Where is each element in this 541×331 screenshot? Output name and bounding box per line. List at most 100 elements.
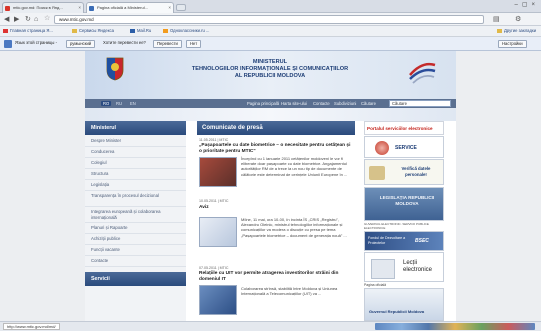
news-date: 07.05.2011 | MTIC: [199, 266, 229, 270]
egovernment-caption[interactable]: GUVERNUL ELECTRONIC. SERVICII PUBLICE EL…: [364, 222, 444, 230]
news-title[interactable]: Relațiile cu UIT vor permite atragerea i…: [199, 271, 353, 283]
close-tab-icon[interactable]: ×: [168, 5, 171, 10]
tab-label: mtic.gov.md: Поиск в Янд...: [13, 5, 63, 10]
mail-icon: [130, 28, 135, 33]
guvernul-label: Guvernul Republicii Moldova: [369, 309, 425, 314]
link-contacts[interactable]: Contacte: [313, 101, 330, 106]
sidebar-item-contacte[interactable]: Contacte: [85, 256, 186, 267]
news-body: Colaborarea strînsă, stabilită între Mol…: [241, 286, 338, 297]
translate-settings-button[interactable]: Настройки: [498, 40, 527, 48]
wrench-menu-icon[interactable]: ⚙: [515, 15, 521, 24]
news-title[interactable]: „Pașapoartele cu date biometrice – o nec…: [199, 143, 353, 155]
tab-mtic[interactable]: Pagina oficială a Ministerul... ×: [86, 2, 174, 13]
tab-search[interactable]: mtic.gov.md: Поиск в Янд... ×: [2, 2, 84, 13]
sidebar-item-transparenta[interactable]: Transparența în procesul decizional: [85, 191, 186, 207]
sidebar-heading-ministerul: Ministerul: [85, 121, 186, 135]
reload-icon[interactable]: ↻: [25, 15, 31, 24]
other-bookmarks[interactable]: Другие закладки: [497, 28, 536, 33]
tab-label: Pagina oficială a Ministerul...: [97, 5, 148, 10]
translate-bar: Язык этой страницы - румынский Хотите пе…: [0, 37, 541, 51]
translate-prompt: Хотите перевести ее?: [103, 40, 146, 45]
sidebar-item-conducerea[interactable]: Conducerea: [85, 147, 186, 158]
news-thumbnail[interactable]: [199, 217, 237, 247]
sidebar-item-integrare[interactable]: Integrarea europeană și colaborarea inte…: [85, 207, 186, 223]
sidebar-item-structura[interactable]: Structura: [85, 169, 186, 180]
status-bar: http://www.mtic.gov.md/md/: [0, 321, 541, 331]
pagina-label: Pagina oficială: [364, 283, 387, 287]
e-logo-icon: [375, 141, 389, 155]
forward-icon[interactable]: ▶: [14, 15, 19, 24]
bsec-label: BSEC: [415, 238, 429, 244]
page-menu-icon[interactable]: ▤: [493, 15, 500, 24]
language-bar: RO RU EN Pagina principală Harta site-ul…: [85, 99, 456, 108]
link-sitemap[interactable]: Harta site-ului: [281, 101, 307, 106]
yandex-favicon-icon: [5, 6, 10, 11]
verify-data-banner[interactable]: Verifică datele personale!: [364, 159, 444, 185]
lectii-banner[interactable]: Lecții electronice: [364, 252, 444, 282]
fund-banner[interactable]: Fondul de Dezvoltare a Proiectelor BSEC: [364, 231, 444, 251]
guvernul-banner[interactable]: Guvernul Republicii Moldova: [364, 288, 444, 321]
taskbar-tray-icons[interactable]: [375, 323, 535, 330]
close-tab-icon[interactable]: ×: [78, 5, 81, 10]
site-banner: MINISTERUL TEHNOLOGIILOR INFORMAȚIONALE …: [85, 51, 456, 99]
no-button[interactable]: Нет: [186, 40, 202, 48]
banner-strip: [85, 108, 456, 121]
lang-ro[interactable]: RO: [101, 101, 112, 106]
e-services-portal-heading[interactable]: Portalul serviciilor electronice: [364, 121, 444, 135]
eservice-label: SERVICE: [395, 145, 417, 151]
window-controls[interactable]: –▢×: [514, 1, 539, 8]
bookmark-item[interactable]: Главная страница Я...: [3, 28, 53, 33]
lang-ru[interactable]: RU: [116, 101, 122, 106]
ministry-title: MINISTERUL TEHNOLOGIILOR INFORMAȚIONALE …: [191, 59, 349, 79]
bookmark-star-icon[interactable]: ☆: [44, 14, 50, 22]
id-card-icon: [369, 166, 385, 180]
sidebar-item-colegiul[interactable]: Colegiul: [85, 158, 186, 169]
sidebar-item-planuri[interactable]: Planuri și Rapoarte: [85, 223, 186, 234]
bookmark-item[interactable]: Mail.Ru: [130, 28, 151, 33]
lectii-label: Lecții electronice: [403, 260, 433, 273]
legislatia-label: LEGISLAȚIA REPUBLICII MOLDOVA: [379, 195, 435, 206]
sidebar-item-despre[interactable]: Despre Minister: [85, 136, 186, 147]
mtic-logo-icon: [409, 62, 436, 84]
status-url: http://www.mtic.gov.md/md/: [3, 323, 60, 330]
translate-question: Язык этой страницы -: [15, 40, 57, 45]
bookmark-item[interactable]: Сервисы Яндекса: [72, 28, 114, 33]
site-container: MINISTERUL TEHNOLOGIILOR INFORMAȚIONALE …: [85, 51, 456, 321]
sidebar-item-achizitii[interactable]: Achiziții publice: [85, 234, 186, 245]
right-column: Portalul serviciilor electronice SERVICE…: [364, 121, 444, 321]
news-date: 10.05.2011 | MTIC: [199, 199, 229, 203]
home-icon[interactable]: ⌂: [34, 15, 38, 24]
sidebar-item-legislatia[interactable]: Legislația: [85, 180, 186, 191]
search-input[interactable]: Căutare: [389, 100, 451, 107]
news-body: Mîine, 11 mai, ora 10-00, în incinta ÎS …: [241, 217, 347, 238]
folder-icon: [72, 28, 77, 33]
sidebar-item-functii[interactable]: Funcții vacante: [85, 245, 186, 256]
language-select[interactable]: румынский: [66, 40, 96, 48]
sidebar-heading-servicii[interactable]: Servicii: [85, 272, 186, 286]
news-title[interactable]: Aviz: [199, 205, 353, 211]
verify-label: Verifică datele personale!: [401, 166, 431, 177]
lang-en[interactable]: EN: [130, 101, 136, 106]
link-main-page[interactable]: Pagina principală: [247, 101, 279, 106]
link-subdivisions[interactable]: Subdiviziuni: [334, 101, 356, 106]
left-sidebar: Ministerul Despre Minister Conducerea Co…: [85, 121, 186, 321]
translate-button[interactable]: Перевести: [153, 40, 182, 48]
page-viewport: MINISTERUL TEHNOLOGIILOR INFORMAȚIONALE …: [0, 51, 541, 321]
translate-icon: [4, 40, 12, 48]
news-thumbnail[interactable]: [199, 157, 237, 187]
bookmark-item[interactable]: Одноклассники.ru ...: [163, 28, 209, 33]
new-tab-button[interactable]: [176, 4, 186, 11]
eservice-banner[interactable]: SERVICE: [364, 136, 444, 158]
odnoklassniki-icon: [163, 28, 168, 33]
tab-strip: mtic.gov.md: Поиск в Янд... × Pagina ofi…: [0, 0, 541, 13]
bookmarks-bar: Главная страница Я... Сервисы Яндекса Ma…: [0, 26, 541, 37]
back-icon[interactable]: ◀: [4, 15, 9, 24]
link-search[interactable]: Căutare: [361, 101, 376, 106]
folder-icon: [497, 28, 502, 33]
news-date: 11.05.2011 | MTIC: [199, 138, 229, 142]
press-releases: Comunicate de presă 11.05.2011 | MTIC „P…: [197, 121, 355, 321]
legislatia-banner[interactable]: LEGISLAȚIA REPUBLICII MOLDOVA: [364, 187, 444, 221]
address-bar[interactable]: www.mtic.gov.md: [54, 15, 484, 24]
yandex-icon: [3, 28, 8, 33]
news-thumbnail[interactable]: [199, 285, 237, 315]
